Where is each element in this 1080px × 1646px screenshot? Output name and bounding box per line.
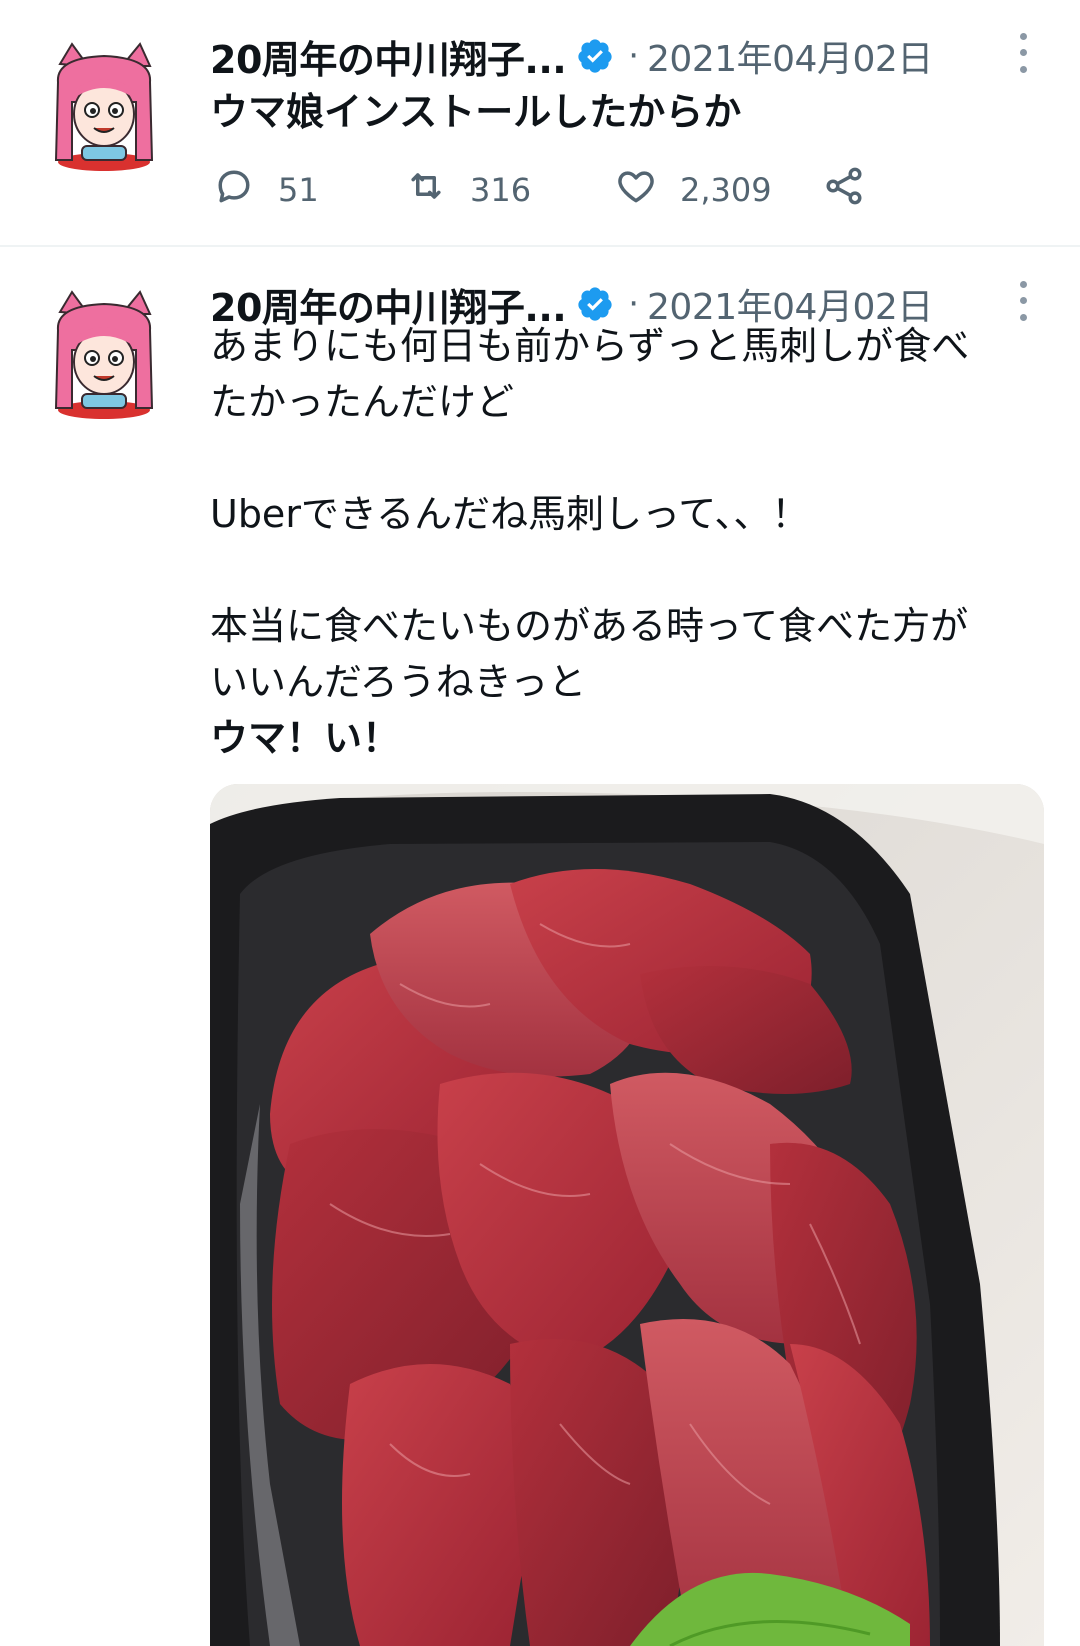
reply-button[interactable]: 51 [212,160,319,220]
retweet-icon [404,164,448,216]
avatar[interactable] [52,42,158,176]
tweet-text-line: たかったんだけど [210,380,515,424]
tweet-text-line: ウマ娘インストールしたからか [210,90,742,134]
retweet-button[interactable]: 316 [404,160,531,220]
tweet-divider [0,245,1080,247]
like-icon [614,164,658,216]
separator-dot: · [628,36,640,76]
verified-badge-icon [576,37,614,75]
share-icon [822,164,866,216]
tweet-photo[interactable] [210,784,1044,1646]
tweet-text: ウマ娘インストールしたからか [210,84,1030,140]
share-button[interactable] [822,160,866,220]
avatar[interactable] [52,290,158,424]
tweet-actions: 51 316 2,309 [212,160,912,220]
tweet-text-line: あまりにも何日も前からずっと馬刺しが食べ [210,324,970,368]
horse-sashimi-photo [210,784,1044,1646]
tweet-text-line: Uberできるんだね馬刺しって、、！ [210,492,810,536]
tweet-text: あまりにも何日も前からずっと馬刺しが食べ たかったんだけど Uberできるんだね… [210,318,1030,766]
tweet-text-line: ウマ！い！ [210,716,401,760]
like-button[interactable]: 2,309 [614,160,772,220]
tweet-header: 20周年の中川翔子... · 2021年04月02日 [210,28,1030,84]
tweet-text-line: いいんだろうねきっと [210,660,587,704]
tweet[interactable]: 20周年の中川翔子... · 2021年04月02日 あまりにも何日も前からずっ… [0,248,1080,1646]
more-options-icon[interactable] [1010,28,1036,78]
tweet-text-line: 本当に食べたいものがある時って食べた方が [210,604,969,648]
reply-count: 51 [278,171,319,209]
like-count: 2,309 [680,171,772,209]
retweet-count: 316 [470,171,532,209]
tweet-text-line [210,542,1030,598]
tweet-date[interactable]: 2021年04月02日 [647,30,933,82]
author-name[interactable]: 20周年の中川翔子... [210,29,567,84]
tweet[interactable]: 20周年の中川翔子... · 2021年04月02日 ウマ娘インストールしたから… [0,0,1080,246]
tweet-text-line [210,430,1030,486]
reply-icon [212,164,256,216]
